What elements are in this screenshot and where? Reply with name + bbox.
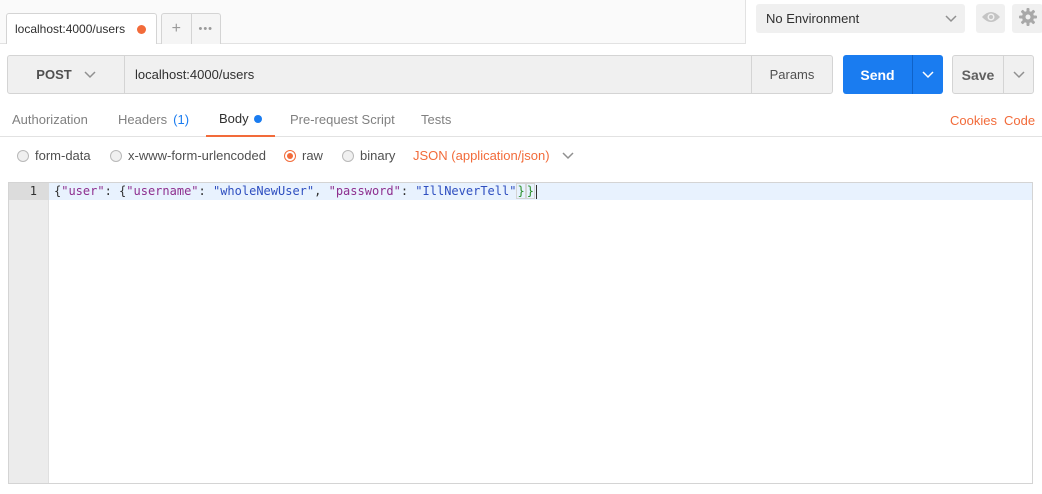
code-punct: :: [400, 184, 416, 198]
tab-actions: + •••: [161, 13, 221, 44]
new-tab-button[interactable]: +: [162, 14, 192, 44]
method-select[interactable]: POST: [8, 56, 125, 93]
manage-environments-button[interactable]: [1012, 4, 1042, 33]
code-string: "wholeNewUser": [212, 184, 315, 198]
code-punct: :: [104, 184, 120, 198]
radio-urlencoded[interactable]: x-www-form-urlencoded: [110, 148, 266, 163]
tab-authorization[interactable]: Authorization: [12, 102, 88, 137]
code-punct: :: [198, 184, 213, 198]
radio-urlencoded-label: x-www-form-urlencoded: [128, 148, 266, 163]
tab-tests[interactable]: Tests: [421, 102, 451, 137]
environment-area: No Environment: [745, 0, 1042, 44]
save-group: Save: [952, 55, 1034, 94]
radio-button[interactable]: [110, 149, 122, 162]
body-modified-dot-icon: [253, 114, 262, 123]
code-key: "user": [61, 184, 105, 198]
content-type-select[interactable]: JSON (application/json): [413, 148, 574, 163]
code-brace-matched: }: [516, 183, 526, 199]
tab-strip: localhost:4000/users + ••• No Environmen…: [0, 0, 1042, 44]
url-bar: POST Params: [7, 55, 833, 94]
save-button[interactable]: Save: [953, 56, 1003, 93]
eye-icon: [981, 10, 1001, 27]
request-tab-label: localhost:4000/users: [15, 22, 126, 36]
unsaved-indicator-icon: [137, 24, 146, 34]
tab-pre-request-label: Pre-request Script: [290, 112, 395, 127]
body-type-selector: form-data x-www-form-urlencoded raw bina…: [0, 145, 1042, 169]
body-editor[interactable]: 1 {"user": {"username": "wholeNewUser", …: [8, 182, 1033, 484]
gear-icon: [1018, 7, 1038, 30]
url-input[interactable]: [125, 56, 751, 93]
radio-form-data-label: form-data: [35, 148, 91, 163]
chevron-down-icon: [945, 11, 957, 26]
send-button[interactable]: Send: [843, 55, 912, 94]
editor-gutter: [9, 183, 49, 483]
chevron-down-icon: [84, 67, 96, 82]
tab-headers[interactable]: Headers (1): [118, 102, 189, 137]
radio-binary-label: binary: [360, 148, 396, 163]
content-type-label: JSON (application/json): [413, 148, 550, 163]
headers-count-badge: (1): [173, 112, 190, 127]
radio-form-data[interactable]: form-data: [17, 148, 91, 163]
radio-button[interactable]: [17, 149, 29, 162]
text-cursor: [535, 184, 537, 199]
method-label: POST: [36, 67, 72, 82]
tab-headers-label: Headers: [118, 112, 168, 127]
code-string: "IllNeverTell": [415, 184, 517, 198]
send-options-button[interactable]: [912, 55, 943, 94]
code-line[interactable]: {"user": {"username": "wholeNewUser", "p…: [54, 183, 537, 200]
radio-button-selected[interactable]: [284, 149, 296, 162]
code-brace-matched: }: [525, 183, 535, 199]
tab-pre-request-script[interactable]: Pre-request Script: [290, 102, 395, 137]
tab-body[interactable]: Body: [206, 102, 275, 137]
code-key: "password": [328, 184, 401, 198]
code-punct: ,: [314, 184, 329, 198]
tab-authorization-label: Authorization: [12, 112, 88, 127]
chevron-down-icon: [1012, 67, 1025, 82]
radio-button[interactable]: [342, 149, 354, 162]
save-options-button[interactable]: [1003, 56, 1033, 93]
environment-select[interactable]: No Environment: [756, 4, 965, 33]
send-group: Send: [843, 55, 943, 94]
more-tabs-button[interactable]: •••: [192, 14, 221, 44]
code-link[interactable]: Code: [1004, 113, 1035, 128]
radio-raw[interactable]: raw: [284, 148, 323, 163]
line-number: 1: [9, 183, 49, 200]
environment-quick-look-button[interactable]: [976, 4, 1005, 33]
chevron-down-icon: [562, 148, 574, 163]
code-key: "username": [126, 184, 199, 198]
tab-body-label: Body: [219, 111, 249, 126]
request-tabs: Authorization Headers (1) Body Pre-reque…: [0, 102, 1042, 137]
environment-label: No Environment: [766, 11, 860, 26]
chevron-down-icon: [922, 67, 934, 82]
radio-raw-label: raw: [302, 148, 323, 163]
request-tab[interactable]: localhost:4000/users: [6, 13, 157, 44]
params-button[interactable]: Params: [751, 56, 832, 93]
radio-binary[interactable]: binary: [342, 148, 395, 163]
tab-tests-label: Tests: [421, 112, 452, 127]
cookies-link[interactable]: Cookies: [950, 113, 997, 128]
